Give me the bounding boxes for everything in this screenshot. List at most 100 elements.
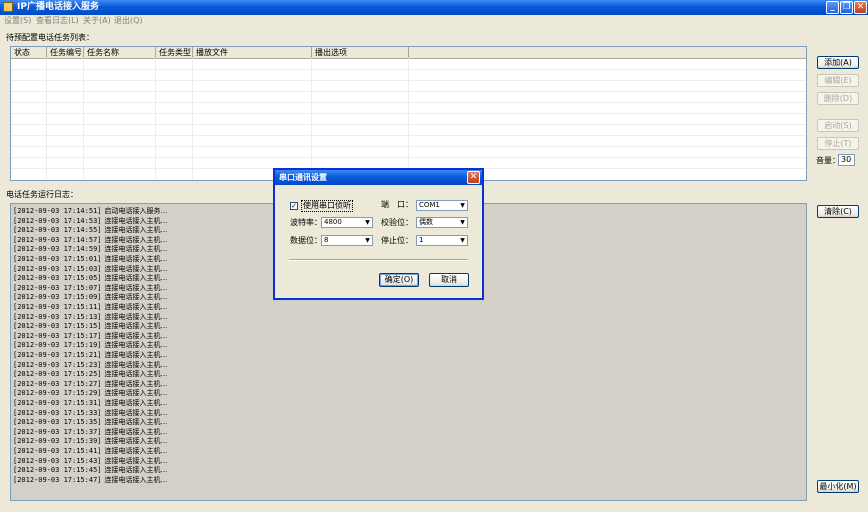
minimize-button[interactable]: _: [826, 1, 839, 14]
edit-button[interactable]: 编辑(E): [817, 74, 859, 87]
log-timestamp: [2012-09-03 17:15:39]: [13, 437, 102, 446]
log-timestamp: [2012-09-03 17:15:37]: [13, 427, 102, 436]
log-timestamp: [2012-09-03 17:15:23]: [13, 360, 102, 369]
port-select[interactable]: COM1 ▼: [416, 200, 468, 211]
log-line: [2012-09-03 17:14:59] 连接电话接入主机...: [13, 245, 167, 254]
parity-label: 校验位：: [381, 218, 413, 227]
log-timestamp: [2012-09-03 17:15:01]: [13, 255, 102, 263]
menu-exit[interactable]: 退出(Q): [114, 16, 143, 26]
stop-button[interactable]: 停止(T): [817, 137, 859, 150]
log-timestamp: [2012-09-03 17:15:11]: [13, 303, 102, 311]
log-line: [2012-09-03 17:14:55] 连接电话接入主机...: [13, 226, 167, 235]
close-button[interactable]: ✕: [854, 1, 867, 14]
log-timestamp: [2012-09-03 17:15:31]: [13, 399, 102, 407]
log-line: [2012-09-03 17:15:05] 连接电话接入主机...: [13, 274, 167, 283]
dialog-close-button[interactable]: ✕: [467, 171, 480, 184]
log-line: [2012-09-03 17:15:47] 连接电话接入主机...: [13, 476, 167, 485]
log-line: [2012-09-03 17:15:19] 连接电话接入主机...: [13, 341, 167, 350]
log-line: [2012-09-03 17:15:11] 连接电话接入主机...: [13, 303, 167, 312]
column-header-status[interactable]: 状态: [11, 47, 47, 58]
log-line: [2012-09-03 17:15:23] 连接电话接入主机...: [13, 361, 167, 370]
column-header-broadcast-options[interactable]: 播出选项: [312, 47, 409, 58]
add-button[interactable]: 添加(A): [817, 56, 859, 69]
log-timestamp: [2012-09-03 17:15:19]: [13, 341, 102, 350]
log-message: 连接电话接入主机...: [104, 379, 168, 388]
log-message: 连接电话接入主机...: [104, 312, 168, 321]
log-line: [2012-09-03 17:15:01] 连接电话接入主机...: [13, 255, 167, 264]
enable-serial-checkbox[interactable]: ✓: [290, 202, 298, 210]
delete-button[interactable]: 删除(D): [817, 92, 859, 105]
volume-input[interactable]: 30: [838, 154, 855, 166]
column-header-play-file[interactable]: 播放文件: [193, 47, 312, 58]
task-list-label: 待预配置电话任务列表：: [6, 33, 94, 42]
log-message: 启动电话接入服务...: [104, 207, 168, 215]
log-timestamp: [2012-09-03 17:14:57]: [13, 235, 102, 244]
column-header-task-id[interactable]: 任务编号: [47, 47, 84, 58]
log-timestamp: [2012-09-03 17:14:53]: [13, 216, 102, 225]
menu-about[interactable]: 关于(A): [83, 16, 111, 26]
log-message: 连接电话接入主机...: [104, 389, 168, 398]
stopbits-select[interactable]: 1 ▼: [416, 235, 468, 246]
minimize-to-tray-button[interactable]: 最小化(M): [817, 480, 859, 493]
menu-settings[interactable]: 设置(S): [4, 16, 31, 26]
log-timestamp: [2012-09-03 17:15:27]: [13, 379, 102, 388]
log-line: [2012-09-03 17:15:37] 连接电话接入主机...: [13, 428, 167, 437]
enable-serial-label[interactable]: 使用串口侦听: [301, 200, 353, 212]
stopbits-label: 停止位：: [381, 236, 413, 245]
ok-button[interactable]: 确定(O): [379, 273, 419, 287]
log-timestamp: [2012-09-03 17:14:55]: [13, 226, 102, 235]
log-message: 连接电话接入主机...: [104, 456, 168, 465]
log-line: [2012-09-03 17:14:57] 连接电话接入主机...: [13, 236, 167, 245]
log-message: 连接电话接入主机...: [104, 216, 168, 225]
log-message: 连接电话接入主机...: [104, 466, 168, 475]
log-timestamp: [2012-09-03 17:14:51]: [13, 207, 102, 215]
log-line: [2012-09-03 17:15:21] 连接电话接入主机...: [13, 351, 167, 360]
log-message: 连接电话接入主机...: [104, 360, 168, 369]
dialog-separator: [289, 259, 468, 261]
log-timestamp: [2012-09-03 17:15:07]: [13, 283, 102, 292]
log-message: 连接电话接入主机...: [104, 408, 168, 417]
dialog-title: 串口通讯设置: [279, 173, 327, 182]
parity-select[interactable]: 偶数 ▼: [416, 217, 468, 228]
log-line: [2012-09-03 17:15:33] 连接电话接入主机...: [13, 409, 167, 418]
log-line: [2012-09-03 17:15:09] 连接电话接入主机...: [13, 293, 167, 302]
databits-label: 数据位：: [290, 236, 322, 245]
column-header-task-type[interactable]: 任务类型: [156, 47, 193, 58]
log-message: 连接电话接入主机...: [104, 399, 168, 407]
log-line: [2012-09-03 17:15:31] 连接电话接入主机...: [13, 399, 167, 408]
restore-button[interactable]: ❐: [840, 1, 853, 14]
title-bar: IP广播电话接入服务 _ ❐ ✕: [0, 0, 868, 15]
cancel-button[interactable]: 取消: [429, 273, 469, 287]
log-message: 连接电话接入主机...: [104, 341, 168, 350]
log-message: 连接电话接入主机...: [104, 264, 168, 273]
log-timestamp: [2012-09-03 17:15:41]: [13, 447, 102, 455]
log-label: 电话任务运行日志：: [6, 190, 78, 199]
log-message: 连接电话接入主机...: [104, 447, 168, 455]
start-button[interactable]: 启动(S): [817, 119, 859, 132]
databits-select[interactable]: 8 ▼: [321, 235, 373, 246]
log-timestamp: [2012-09-03 17:15:13]: [13, 312, 102, 321]
chevron-down-icon: ▼: [365, 237, 370, 244]
log-line: [2012-09-03 17:15:25] 连接电话接入主机...: [13, 370, 167, 379]
log-message: 连接电话接入主机...: [104, 303, 168, 311]
log-timestamp: [2012-09-03 17:15:03]: [13, 264, 102, 273]
log-message: 连接电话接入主机...: [104, 437, 168, 446]
log-line: [2012-09-03 17:14:53] 连接电话接入主机...: [13, 217, 167, 226]
clear-log-button[interactable]: 清除(C): [817, 205, 859, 218]
log-message: 连接电话接入主机...: [104, 418, 168, 427]
task-table[interactable]: 状态 任务编号 任务名称 任务类型 播放文件 播出选项: [10, 46, 807, 181]
log-line: [2012-09-03 17:15:39] 连接电话接入主机...: [13, 437, 167, 446]
log-line: [2012-09-03 17:14:51] 启动电话接入服务...: [13, 207, 167, 216]
dialog-title-bar: 串口通讯设置 ✕: [275, 170, 482, 185]
menu-view-log[interactable]: 查看日志(L): [36, 16, 79, 26]
log-timestamp: [2012-09-03 17:15:43]: [13, 456, 102, 465]
log-message: 连接电话接入主机...: [104, 475, 168, 484]
log-line: [2012-09-03 17:15:29] 连接电话接入主机...: [13, 389, 167, 398]
log-message: 连接电话接入主机...: [104, 283, 168, 292]
log-timestamp: [2012-09-03 17:15:47]: [13, 475, 102, 484]
log-line: [2012-09-03 17:15:17] 连接电话接入主机...: [13, 332, 167, 341]
baud-select[interactable]: 4800 ▼: [321, 217, 373, 228]
window-title: IP广播电话接入服务: [17, 2, 99, 12]
log-line: [2012-09-03 17:15:15] 连接电话接入主机...: [13, 322, 167, 331]
column-header-task-name[interactable]: 任务名称: [84, 47, 156, 58]
